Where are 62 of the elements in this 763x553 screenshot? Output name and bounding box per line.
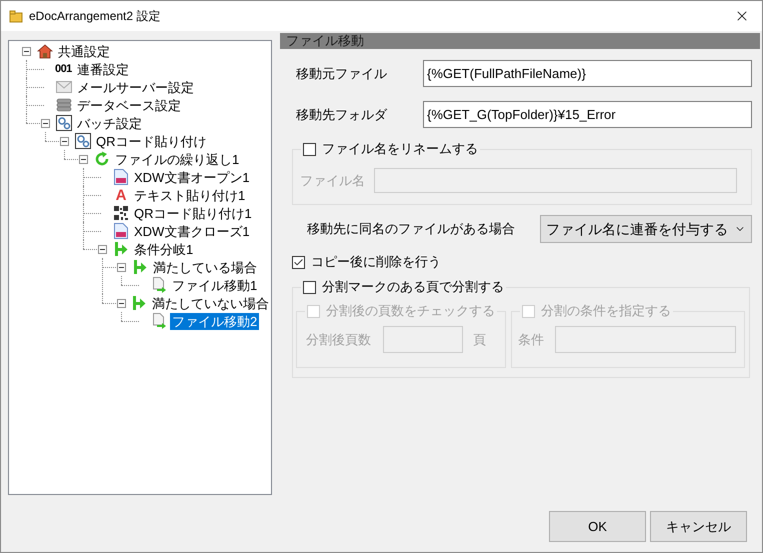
unit-label: 頁 — [473, 330, 486, 349]
collapse-toggle[interactable] — [60, 136, 69, 146]
dropdown[interactable]: ファイル名に連番を付与する — [540, 215, 752, 243]
document-icon — [114, 169, 128, 185]
gears-icon — [56, 115, 72, 131]
collapse-toggle[interactable] — [117, 262, 126, 272]
collapse-toggle[interactable] — [98, 244, 107, 254]
tree-item[interactable]: XDW文書オープン1 — [132, 168, 252, 186]
dialog-button[interactable]: キャンセル — [650, 511, 747, 542]
tree-item[interactable]: テキスト貼り付け1 — [132, 186, 248, 204]
folder-icon — [9, 9, 23, 23]
input-field[interactable]: {%GET(FullPathFileName)} — [423, 60, 752, 87]
tree-item[interactable]: 連番設定 — [75, 60, 131, 78]
checkbox-label: 分割マークのある頁で分割する — [322, 278, 504, 296]
branch-arrow-icon — [114, 241, 128, 257]
checkbox-label: ファイル名をリネームする — [322, 140, 478, 158]
gears-icon — [75, 133, 91, 149]
database-icon — [56, 97, 72, 113]
collapse-toggle[interactable] — [79, 154, 88, 164]
tree-item[interactable]: 共通設定 — [56, 42, 112, 60]
collapse-toggle[interactable] — [41, 118, 50, 128]
checkbox[interactable] — [303, 280, 316, 294]
input-field[interactable]: {%GET_G(TopFolder)}¥15_Error — [423, 101, 752, 128]
tree-item[interactable]: XDW文書クローズ1 — [132, 222, 252, 240]
field-label: 移動元ファイル — [296, 64, 388, 83]
tree-item[interactable]: ファイル移動2 — [170, 312, 260, 330]
tree-item[interactable]: 満たしている場合 — [151, 258, 259, 276]
tree-item[interactable]: QRコード貼り付け1 — [132, 204, 254, 222]
field-label: ファイル名 — [300, 172, 366, 190]
file-move-icon — [151, 313, 167, 329]
branch-arrow-icon — [132, 295, 146, 311]
window-title: eDocArrangement2 設定 — [29, 8, 160, 25]
checkbox-label: 分割の条件を指定する — [541, 302, 671, 320]
field-label: 条件 — [518, 330, 545, 349]
field-label: 移動先フォルダ — [296, 106, 388, 124]
checkbox[interactable] — [303, 142, 316, 156]
counter-icon: 001 — [55, 64, 73, 74]
tree-item[interactable]: QRコード貼り付け — [94, 132, 208, 150]
tree-item[interactable]: ファイルの繰り返し1 — [113, 150, 242, 168]
letter-icon: A — [114, 188, 128, 202]
checkbox-label: 分割後の頁数をチェックする — [326, 302, 495, 320]
refresh-icon — [94, 151, 110, 167]
qr-code-icon — [114, 206, 128, 220]
envelope-icon — [56, 81, 72, 93]
file-move-icon — [151, 277, 167, 293]
tree-item[interactable]: 満たしていない場合 — [150, 294, 271, 312]
document-icon — [114, 223, 128, 239]
checkbox-label: コピー後に削除を行う — [311, 253, 441, 272]
dialog-button[interactable]: OK — [549, 511, 646, 542]
checkbox[interactable] — [292, 256, 305, 268]
branch-arrow-icon — [133, 259, 147, 275]
tree-item[interactable]: ファイル移動1 — [170, 276, 260, 294]
collapse-toggle[interactable] — [22, 46, 31, 56]
panel-header: ファイル移動 — [280, 33, 760, 49]
house-icon — [37, 43, 53, 59]
tree-item[interactable]: バッチ設定 — [75, 114, 144, 132]
tree-item[interactable]: 条件分岐1 — [132, 240, 196, 258]
tree-item[interactable]: メールサーバー設定 — [75, 78, 196, 96]
field-label: 分割後頁数 — [306, 330, 372, 349]
collapse-toggle[interactable] — [116, 298, 126, 308]
tree-item[interactable]: データベース設定 — [75, 96, 183, 114]
field-label: 移動先に同名のファイルがある場合 — [307, 220, 516, 238]
